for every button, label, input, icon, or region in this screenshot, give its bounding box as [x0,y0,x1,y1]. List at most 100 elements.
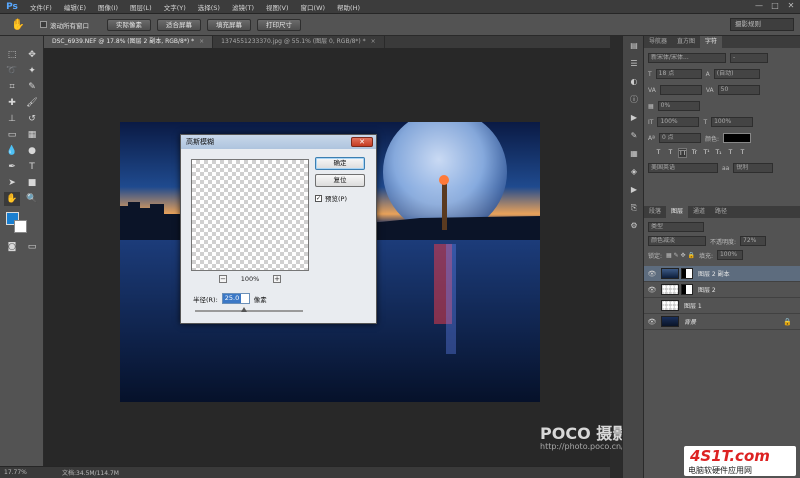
tab-histogram[interactable]: 直方图 [672,36,700,48]
strikethrough-button[interactable]: T [738,148,747,158]
subscript-button[interactable]: T₁ [714,148,723,158]
eraser-icon[interactable]: ▭ [4,128,20,142]
baseline-field[interactable]: 0 点 [658,133,701,143]
fill-screen-button[interactable]: 填充屏幕 [207,18,251,31]
font-size-field[interactable]: 18 点 [655,69,702,79]
layer-row[interactable]: 👁 图层 2 [644,282,800,298]
layer-name[interactable]: 图层 1 [684,301,702,310]
layer-mask-thumbnail[interactable] [681,268,693,279]
background-color[interactable] [14,220,27,233]
tab-document-1[interactable]: DSC_6939.NEF @ 17.8% (图层 2 副本, RGB/8*) *… [44,36,214,48]
tracking-field[interactable]: 50 [717,85,760,95]
opacity-field[interactable]: 72% [740,236,767,246]
tsume-field[interactable]: 0% [657,101,700,111]
fit-screen-button[interactable]: 适合屏幕 [157,18,201,31]
font-family-select[interactable]: 新宋体/宋体... [648,53,726,63]
text-color-swatch[interactable] [722,133,751,143]
fill-field[interactable]: 100% [716,250,743,260]
tool-presets-icon[interactable]: ⚙ [627,220,641,232]
visibility-eye-icon[interactable] [647,301,657,311]
marquee-icon[interactable]: ⬚ [4,48,20,62]
menu-select[interactable]: 选择(S) [192,2,226,12]
adjustments-icon[interactable]: ◐ [627,76,641,88]
status-doc-info[interactable]: 文档:34.5M/114.7M [40,468,119,477]
layer-mask-thumbnail[interactable] [681,284,693,295]
minimize-icon[interactable]: — [754,1,764,11]
tab-character[interactable]: 字符 [700,36,723,48]
history-brush-icon[interactable]: ↺ [24,112,40,126]
screen-mode-icon[interactable]: ▭ [24,240,40,254]
scroll-all-windows-checkbox[interactable]: 滚动所有窗口 [40,20,89,30]
close-tab-icon[interactable]: × [371,38,376,45]
menu-help[interactable]: 帮助(H) [331,2,366,12]
layer-name[interactable]: 背景 [684,317,696,326]
gradient-icon[interactable]: ▦ [24,128,40,142]
all-caps-button[interactable]: TT [678,148,687,158]
history-icon[interactable]: ▤ [627,40,641,52]
underline-button[interactable]: T [726,148,735,158]
healing-brush-icon[interactable]: ✚ [4,96,20,110]
vertical-scale-field[interactable]: 100% [657,117,700,127]
layer-filter-select[interactable]: 类型 [648,222,704,232]
preview-checkbox[interactable]: ✓ 预览(P) [315,193,347,203]
zoom-out-button[interactable]: − [219,275,227,283]
type-icon[interactable]: T [24,160,40,174]
layer-row[interactable]: 👁 背景 🔒 [644,314,800,330]
zoom-in-button[interactable]: + [273,275,281,283]
tab-navigator[interactable]: 导航器 [644,36,672,48]
blur-icon[interactable]: 💧 [4,144,20,158]
horizontal-scale-field[interactable]: 100% [711,117,754,127]
clone-stamp-icon[interactable]: ⊥ [4,112,20,126]
menu-edit[interactable]: 编辑(E) [58,2,92,12]
quick-mask-icon[interactable]: ◙ [4,240,20,254]
dodge-icon[interactable]: ● [24,144,40,158]
menu-layer[interactable]: 图层(L) [124,2,158,12]
blur-preview[interactable] [191,159,309,271]
tab-paths[interactable]: 路径 [710,206,732,218]
magic-wand-icon[interactable]: ✦ [24,64,40,78]
shape-icon[interactable]: ■ [24,176,40,190]
layer-row[interactable]: 图层 1 [644,298,800,314]
radius-slider-thumb[interactable] [241,307,247,312]
dialog-close-icon[interactable]: ✕ [351,137,373,147]
brush-presets-icon[interactable]: ✎ [627,130,641,142]
move-icon[interactable]: ✥ [24,48,40,62]
tab-layers[interactable]: 图层 [666,206,689,218]
status-zoom[interactable]: 17.77% [0,469,40,476]
layer-thumbnail[interactable] [661,316,679,327]
pen-icon[interactable]: ✒ [4,160,20,174]
kerning-field[interactable] [659,85,702,95]
clone-source-icon[interactable]: ⎘ [627,202,641,214]
menu-filter[interactable]: 滤镜(T) [226,2,260,12]
tab-channels[interactable]: 通道 [688,206,710,218]
font-style-select[interactable]: - [730,53,768,63]
hand-tool-icon[interactable]: ✋ [4,192,20,206]
print-size-button[interactable]: 打印尺寸 [257,18,301,31]
menu-image[interactable]: 图像(I) [92,2,124,12]
blend-mode-select[interactable]: 颜色减淡 [648,236,706,246]
reset-button[interactable]: 复位 [315,174,365,187]
lasso-icon[interactable]: ➰ [4,64,20,78]
layer-thumbnail[interactable] [661,300,679,311]
layer-thumbnail[interactable] [661,268,679,279]
menu-type[interactable]: 文字(Y) [158,2,192,12]
radius-slider-track[interactable] [195,310,303,312]
visibility-eye-icon[interactable]: 👁 [647,269,657,279]
maximize-icon[interactable]: □ [770,1,780,11]
close-icon[interactable]: ✕ [786,1,796,11]
faux-italic-button[interactable]: T [666,148,675,158]
media-icon[interactable]: ▶ [627,184,641,196]
zoom-icon[interactable]: 🔍 [24,192,40,206]
styles-icon[interactable]: ◈ [627,166,641,178]
leading-field[interactable]: (自动) [713,69,760,79]
hand-icon[interactable]: ✋ [4,16,32,34]
eyedropper-icon[interactable]: ✎ [24,80,40,94]
actions-icon[interactable]: ▶ [627,112,641,124]
radius-input[interactable]: 25.0 [221,293,250,304]
small-caps-button[interactable]: Tr [690,148,699,158]
tab-document-2[interactable]: 1374551233370.jpg @ 55.1% (图层 0, RGB/8*)… [213,36,385,48]
brush-icon[interactable]: 🖌 [24,96,40,110]
actual-pixels-button[interactable]: 实际像素 [107,18,151,31]
swatches-icon[interactable]: ▦ [627,148,641,160]
menu-view[interactable]: 视图(V) [260,2,295,12]
